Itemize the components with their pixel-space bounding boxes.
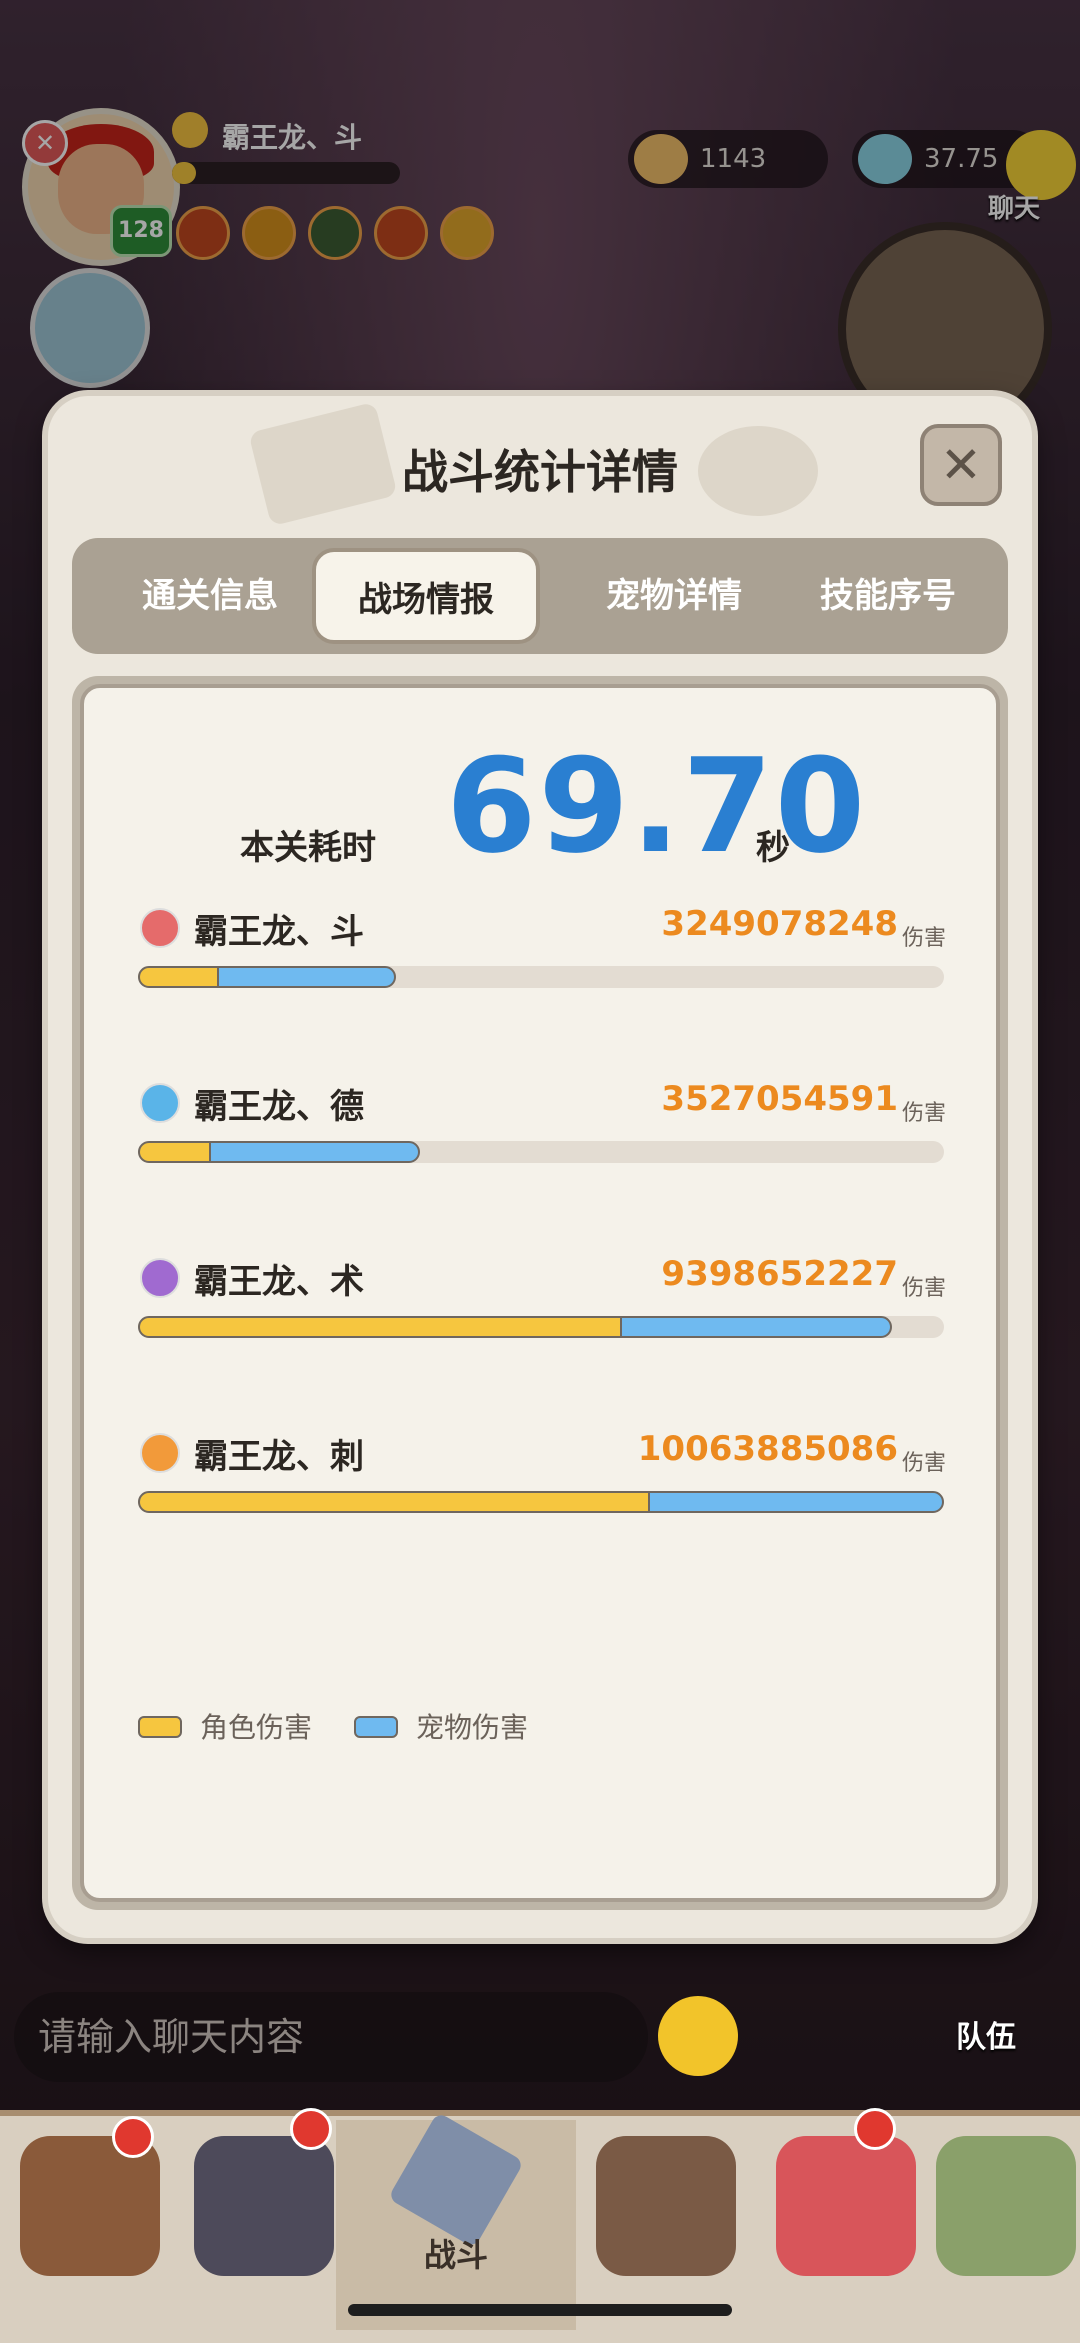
role-damage-bar (138, 1316, 622, 1338)
close-icon: ✕ (940, 436, 982, 494)
tab-skill-order[interactable]: 技能序号 (778, 538, 998, 654)
player-name: 霸王龙、术 (194, 1262, 364, 1302)
pet-damage-bar (620, 1316, 892, 1338)
warrior-class-icon (140, 908, 180, 948)
damage-bar-track (138, 1491, 944, 1513)
tab-battlefield-intel[interactable]: 战场情报 (312, 548, 540, 644)
damage-unit: 伤害 (902, 1276, 947, 1301)
damage-bar-track (138, 1141, 944, 1163)
pet-damage-bar (217, 966, 396, 988)
damage-value: 3527054591 (661, 1079, 898, 1119)
emoji-icon[interactable] (658, 1996, 738, 2076)
team-label[interactable]: 队伍 (956, 2012, 1016, 2056)
tab-clear-info[interactable]: 通关信息 (100, 538, 320, 654)
nav-guild-icon[interactable] (596, 2136, 736, 2276)
assassin-class-icon (140, 1433, 180, 1473)
notification-dot (112, 2116, 154, 2158)
chat-input[interactable]: 请输入聊天内容 (14, 1992, 648, 2082)
damage-unit: 伤害 (902, 1101, 947, 1126)
role-damage-bar (138, 966, 219, 988)
time-value: 69.70 (446, 730, 868, 882)
nav-battle-label: 战斗 (423, 2236, 488, 2274)
player-name: 霸王龙、刺 (194, 1437, 364, 1477)
nav-battle-tab[interactable]: 战斗 (336, 2111, 576, 2330)
notification-dot (290, 2108, 332, 2150)
damage-bar-track (138, 966, 944, 988)
notification-dot (854, 2108, 896, 2150)
damage-value: 10063885086 (637, 1429, 898, 1469)
legend-pet-label: 宠物伤害 (416, 1711, 529, 1744)
player-name: 霸王龙、德 (194, 1087, 364, 1127)
time-unit: 秒 (756, 828, 790, 868)
legend-role-label: 角色伤害 (200, 1711, 313, 1744)
nav-pet-icon[interactable] (194, 2136, 334, 2276)
role-damage-bar (138, 1491, 650, 1513)
damage-value: 3249078248 (661, 904, 898, 944)
nav-shop-icon[interactable] (776, 2136, 916, 2276)
sword-icon (387, 2111, 525, 2249)
tab-bar: 通关信息 战场情报 宠物详情 技能序号 (72, 538, 1008, 654)
damage-bar-track (138, 1316, 944, 1338)
modal-title: 战斗统计详情 (402, 445, 678, 499)
role-damage-bar (138, 1141, 211, 1163)
nav-event-icon[interactable] (936, 2136, 1076, 2276)
home-indicator (348, 2304, 732, 2316)
legend-role-swatch (138, 1716, 182, 1738)
close-button[interactable]: ✕ (920, 424, 1002, 506)
legend-pet-swatch (354, 1716, 398, 1738)
tab-pet-details[interactable]: 宠物详情 (564, 538, 784, 654)
pet-damage-bar (209, 1141, 420, 1163)
damage-unit: 伤害 (902, 1451, 947, 1476)
pet-damage-bar (648, 1491, 944, 1513)
battle-stats-modal: 战斗统计详情 ✕ 通关信息 战场情报 宠物详情 技能序号 (48, 396, 1032, 1938)
druid-class-icon (140, 1083, 180, 1123)
damage-unit: 伤害 (902, 926, 947, 951)
player-name: 霸王龙、斗 (194, 912, 364, 952)
damage-value: 9398652227 (661, 1254, 898, 1294)
time-label: 本关耗时 (240, 828, 376, 868)
warlock-class-icon (140, 1258, 180, 1298)
